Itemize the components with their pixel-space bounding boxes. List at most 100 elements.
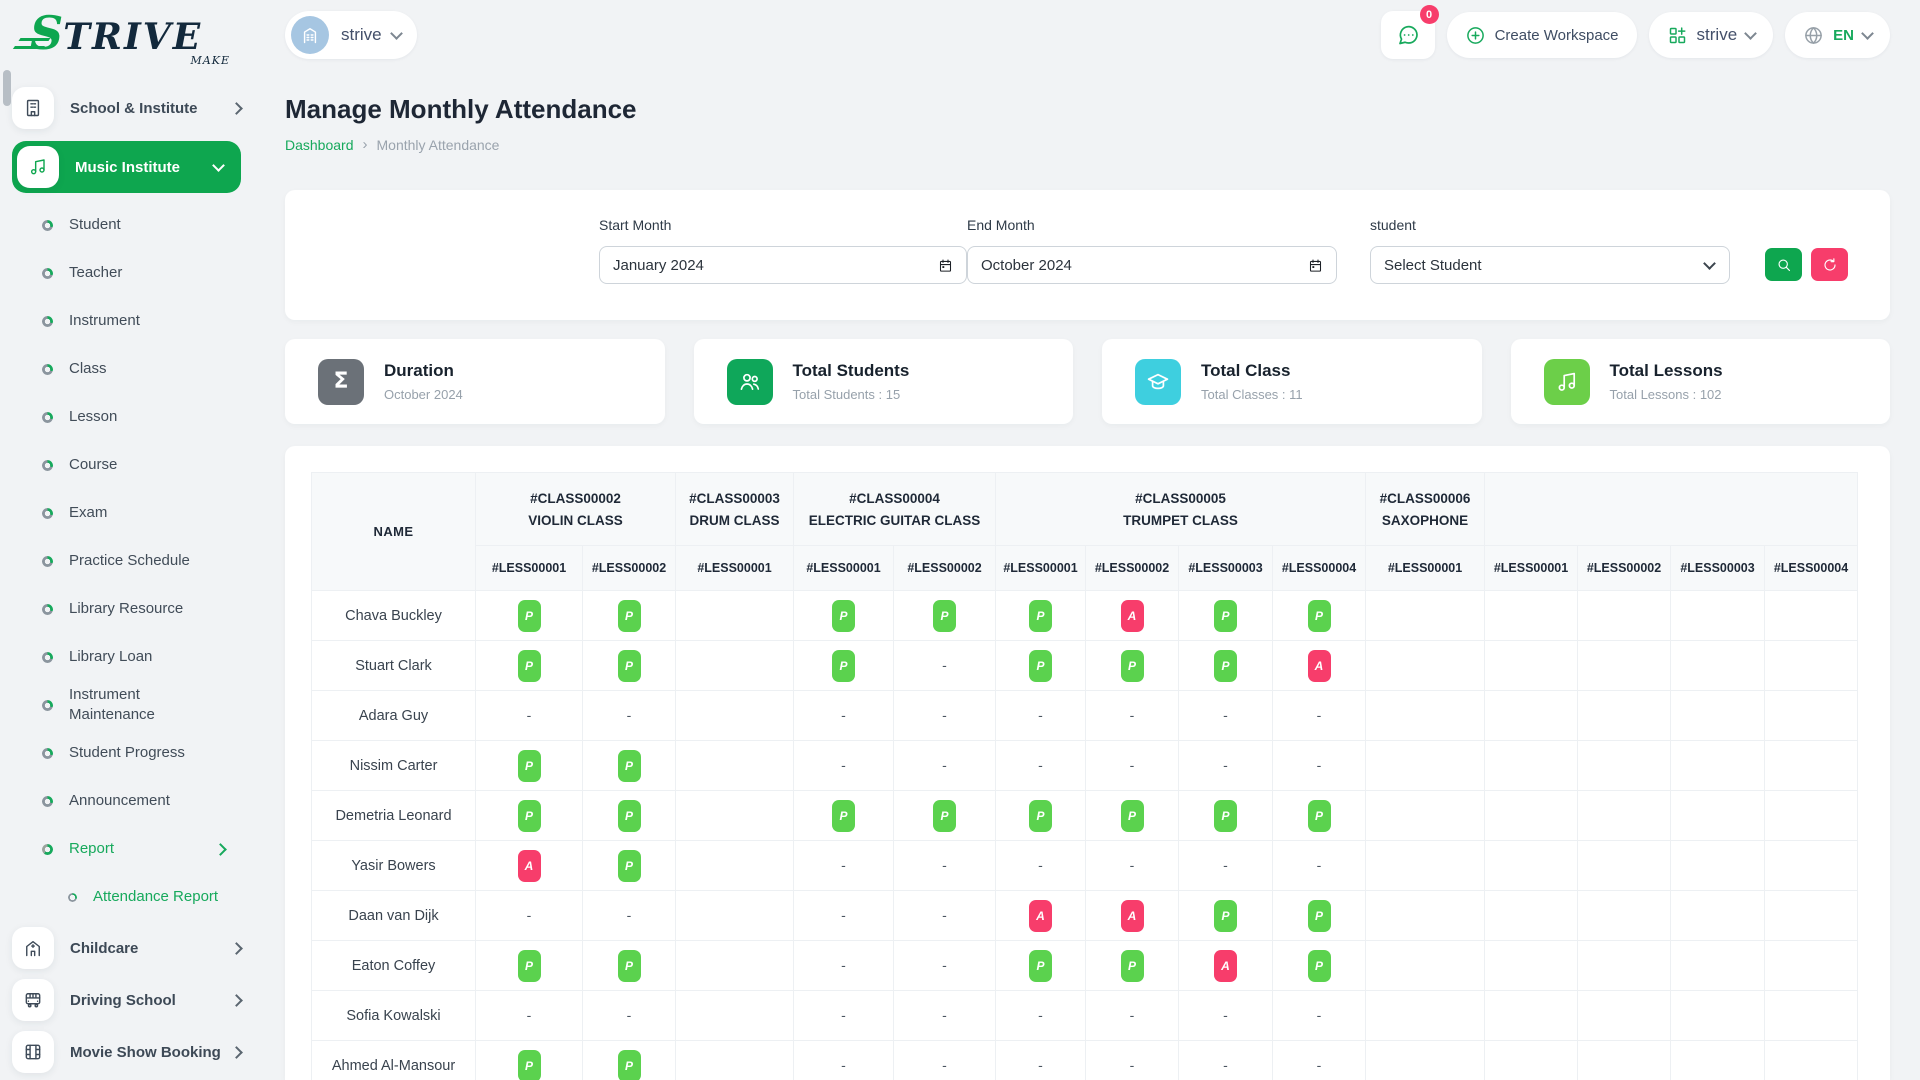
sidebar-item-childcare[interactable]: Childcare <box>12 923 249 973</box>
attendance-badge-present: P <box>518 800 541 832</box>
sidebar-item-teacher[interactable]: Teacher <box>0 249 265 297</box>
attendance-cell <box>676 591 794 641</box>
sidebar-item-label: Course <box>69 455 117 475</box>
sidebar-item-practice-schedule[interactable]: Practice Schedule <box>0 537 265 585</box>
attendance-cell: A <box>996 891 1086 941</box>
start-month-input[interactable]: January 2024 <box>599 246 967 284</box>
end-month-input[interactable]: October 2024 <box>967 246 1337 284</box>
workspace-selector[interactable]: strive <box>285 11 417 59</box>
attendance-cell: A <box>1179 941 1273 991</box>
chat-button[interactable]: 0 <box>1381 11 1435 59</box>
attendance-cell: - <box>794 1041 894 1080</box>
sidebar-item-label: Report <box>69 839 114 859</box>
attendance-cell: P <box>476 791 583 841</box>
attendance-cell: P <box>1086 941 1179 991</box>
sidebar-nav: School & Institute Music Institute Stude… <box>0 81 265 1079</box>
sidebar-item-student-progress[interactable]: Student Progress <box>0 729 265 777</box>
attendance-cell <box>1366 841 1485 891</box>
sidebar-item-exam[interactable]: Exam <box>0 489 265 537</box>
chat-badge: 0 <box>1420 5 1439 24</box>
sidebar-item-attendance-report[interactable]: Attendance Report <box>0 873 265 921</box>
sidebar-item-label: Student Progress <box>69 743 185 763</box>
attendance-badge-present: P <box>1029 650 1052 682</box>
attendance-cell: - <box>894 841 996 891</box>
breadcrumb-dashboard-link[interactable]: Dashboard <box>285 137 354 153</box>
org-selector[interactable]: strive <box>1649 12 1774 58</box>
attendance-cell: - <box>476 991 583 1041</box>
language-selector[interactable]: EN <box>1785 12 1890 58</box>
grid-plus-icon <box>1667 25 1688 46</box>
attendance-cell <box>1578 891 1671 941</box>
attendance-none: - <box>841 757 846 773</box>
attendance-cell: - <box>1273 741 1366 791</box>
attendance-none: - <box>627 707 632 723</box>
school-icon <box>12 87 54 129</box>
page-title: Manage Monthly Attendance <box>285 94 1890 125</box>
attendance-cell: P <box>476 641 583 691</box>
attendance-cell: A <box>1273 641 1366 691</box>
attendance-none: - <box>1038 857 1043 873</box>
sidebar-item-driving-school[interactable]: Driving School <box>12 975 249 1025</box>
sidebar-item-student[interactable]: Student <box>0 201 265 249</box>
sidebar-item-school-institute[interactable]: School & Institute <box>12 83 249 133</box>
sidebar-item-instrument-maintenance[interactable]: Instrument Maintenance <box>0 681 265 729</box>
sidebar-item-lesson[interactable]: Lesson <box>0 393 265 441</box>
app-root: S TRIVE MAKE School & Institute Music In… <box>0 0 1920 1080</box>
attendance-cell <box>1765 641 1858 691</box>
sidebar-item-label: School & Institute <box>70 100 198 117</box>
stat-title: Total Class <box>1201 361 1303 381</box>
sidebar-item-label: Exam <box>69 503 107 523</box>
sidebar-item-library-resource[interactable]: Library Resource <box>0 585 265 633</box>
sidebar-item-report[interactable]: Report <box>0 825 265 873</box>
create-workspace-button[interactable]: Create Workspace <box>1447 12 1637 58</box>
workspace-name: strive <box>341 25 382 45</box>
attendance-badge-present: P <box>1214 600 1237 632</box>
sidebar-item-music-institute[interactable]: Music Institute <box>12 141 241 193</box>
attendance-badge-present: P <box>618 1050 641 1080</box>
attendance-cell: - <box>1086 691 1179 741</box>
attendance-cell: P <box>1179 591 1273 641</box>
attendance-none: - <box>942 1057 947 1073</box>
sidebar-bottom-groups: ChildcareDriving SchoolMovie Show Bookin… <box>0 921 265 1079</box>
attendance-cell <box>1485 691 1578 741</box>
attendance-cell <box>1485 741 1578 791</box>
chevron-right-icon <box>230 1046 243 1059</box>
attendance-cell <box>1765 791 1858 841</box>
film-icon <box>12 1031 54 1073</box>
attendance-cell: - <box>894 1041 996 1080</box>
main-area: strive 0 Create Workspace strive <box>265 0 1920 1080</box>
attendance-none: - <box>1317 1057 1322 1073</box>
attendance-cell <box>676 741 794 791</box>
sidebar-item-course[interactable]: Course <box>0 441 265 489</box>
lesson-column-header: #LESS00001 <box>476 546 583 591</box>
attendance-cell: P <box>583 591 676 641</box>
sidebar-item-class[interactable]: Class <box>0 345 265 393</box>
sidebar-scrollbar[interactable] <box>3 70 11 106</box>
sidebar-item-label: Announcement <box>69 791 170 811</box>
attendance-cell: A <box>476 841 583 891</box>
filter-actions <box>1765 248 1848 281</box>
sidebar-item-label: Music Institute <box>75 159 180 176</box>
class-group-header-empty <box>1485 473 1858 546</box>
attendance-badge-present: P <box>1121 800 1144 832</box>
bullet-icon <box>42 748 53 759</box>
attendance-none: - <box>841 907 846 923</box>
refresh-button[interactable] <box>1811 248 1848 281</box>
users-icon <box>727 359 773 405</box>
sidebar-item-library-loan[interactable]: Library Loan <box>0 633 265 681</box>
attendance-cell <box>676 941 794 991</box>
attendance-cell: - <box>1179 1041 1273 1080</box>
sidebar: S TRIVE MAKE School & Institute Music In… <box>0 0 265 1080</box>
stat-subtitle: Total Lessons : 102 <box>1610 387 1723 402</box>
sidebar-item-instrument[interactable]: Instrument <box>0 297 265 345</box>
attendance-cell <box>1671 641 1765 691</box>
attendance-badge-absent: A <box>1121 600 1144 632</box>
student-select[interactable]: Select Student <box>1370 246 1730 284</box>
sidebar-item-movie-show-booking[interactable]: Movie Show Booking <box>12 1027 249 1077</box>
search-button[interactable] <box>1765 248 1802 281</box>
attendance-cell: - <box>794 841 894 891</box>
lesson-column-header: #LESS00002 <box>894 546 996 591</box>
attendance-cell <box>1671 791 1765 841</box>
stat-title: Duration <box>384 361 463 381</box>
sidebar-item-announcement[interactable]: Announcement <box>0 777 265 825</box>
